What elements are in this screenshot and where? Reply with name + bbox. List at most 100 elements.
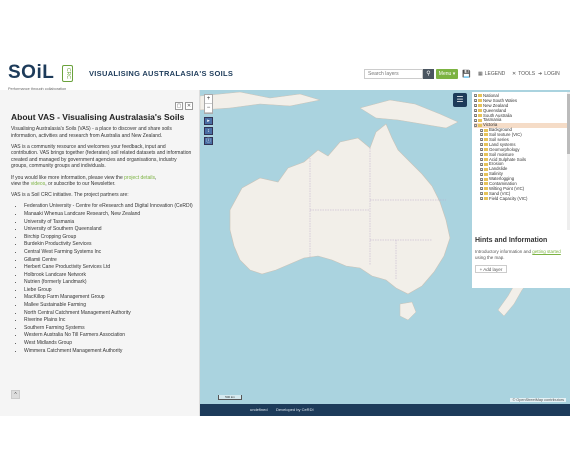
partner-item: West Midlands Group: [24, 340, 193, 348]
partner-item: Mallee Sustainable Farming: [24, 302, 193, 310]
expand-toggle-icon[interactable]: +: [474, 109, 477, 113]
folder-icon: [484, 192, 488, 196]
scroll-up-button[interactable]: ^: [11, 390, 20, 399]
folder-icon: [484, 148, 488, 152]
folder-icon: [484, 172, 488, 176]
map-tool-2[interactable]: ↕: [204, 127, 213, 135]
folder-icon: [478, 109, 482, 113]
about-panel: ▢ ✕ About VAS - Visualising Australasia's…: [0, 90, 200, 416]
partner-item: Western Australia No Till Farmers Associ…: [24, 332, 193, 340]
expand-toggle-icon[interactable]: +: [480, 187, 483, 191]
app-title: VISUALISING AUSTRALASIA'S SOILS: [89, 69, 234, 78]
expand-toggle-icon[interactable]: +: [480, 197, 483, 201]
project-details-link[interactable]: project details: [124, 175, 155, 181]
add-layer-button[interactable]: + Add layer: [475, 265, 507, 273]
login-label: LOGIN: [544, 71, 560, 77]
search-button[interactable]: ⚲: [423, 69, 434, 79]
tools-icon: ✕: [512, 71, 517, 77]
search-icon: ⚲: [426, 71, 431, 77]
scale-bar: 500 km: [218, 395, 242, 400]
login-icon: ➜: [538, 71, 543, 77]
hints-text-2: using the map.: [475, 254, 505, 260]
expand-toggle-icon[interactable]: +: [480, 192, 483, 196]
expand-toggle-icon[interactable]: +: [480, 157, 483, 161]
map-tool-3[interactable]: ⓘ: [204, 137, 213, 145]
save-icon[interactable]: 💾: [462, 70, 471, 78]
menu-button[interactable]: Menu ▾: [436, 69, 458, 79]
partner-item: Federation University - Centre for eRese…: [24, 203, 193, 211]
partner-item: Burdekin Productivity Services: [24, 241, 193, 249]
zoom-in-button[interactable]: +: [205, 95, 212, 104]
pointer-icon: ▸: [207, 118, 210, 124]
layer-tree: + National + New South Wales + New Zealand + Qu…: [472, 92, 570, 230]
hints-title: Hints and Information: [475, 237, 548, 244]
expand-toggle-icon[interactable]: +: [474, 113, 477, 117]
expand-toggle-icon[interactable]: +: [474, 94, 477, 98]
zoom-control: + −: [204, 94, 213, 114]
layers-icon: ☰: [456, 95, 464, 104]
panel-close-icon[interactable]: ✕: [185, 102, 193, 110]
folder-icon: [478, 123, 482, 127]
getting-started-link[interactable]: getting started: [532, 249, 561, 254]
folder-icon: [484, 187, 488, 191]
expand-toggle-icon[interactable]: +: [474, 118, 477, 122]
legend-button[interactable]: ▦ LEGEND: [478, 71, 505, 77]
panel-fullscreen-icon[interactable]: ▢: [175, 102, 183, 110]
map-attribution[interactable]: © OpenStreetMap contributors: [510, 398, 566, 402]
partner-item: Birchip Cropping Group: [24, 234, 193, 242]
expand-toggle-icon[interactable]: +: [474, 104, 477, 108]
expand-toggle-icon[interactable]: +: [480, 128, 483, 132]
new-guinea-landmass: [359, 99, 459, 129]
expand-toggle-icon[interactable]: +: [480, 153, 483, 157]
folder-icon: [484, 133, 488, 137]
folder-icon: [478, 118, 482, 122]
legend-label: LEGEND: [484, 71, 506, 77]
tools-button[interactable]: ✕ TOOLS: [512, 71, 535, 77]
expand-toggle-icon[interactable]: +: [480, 133, 483, 137]
expand-toggle-icon[interactable]: +: [480, 177, 483, 181]
hints-text: Introductory information and: [475, 249, 533, 254]
expand-toggle-icon[interactable]: +: [480, 138, 483, 142]
tools-label: TOOLS: [518, 71, 536, 77]
partner-item: Manaaki Whenua Landcare Research, New Ze…: [24, 211, 193, 219]
partner-item: University of Southern Queensland: [24, 226, 193, 234]
expand-toggle-icon[interactable]: +: [480, 182, 483, 186]
expand-toggle-icon[interactable]: +: [480, 162, 483, 166]
expand-toggle-icon[interactable]: +: [480, 143, 483, 147]
layer-tree-rows: + National + New South Wales + New Zealand + Qu…: [472, 92, 570, 202]
folder-icon: [484, 153, 488, 157]
partner-item: Wimmera Catchment Management Authority: [24, 348, 193, 356]
expand-toggle-icon[interactable]: -: [474, 123, 477, 127]
more-info-comma: ,: [154, 174, 157, 181]
login-button[interactable]: ➜ LOGIN: [538, 71, 560, 77]
partner-item: Riverine Plains Inc: [24, 317, 193, 325]
map-tool-1[interactable]: ▸: [204, 117, 213, 125]
videos-link[interactable]: videos: [31, 181, 45, 187]
more-info-paragraph: If you would like more information, plea…: [11, 175, 193, 188]
expand-toggle-icon[interactable]: +: [480, 148, 483, 152]
partner-item: Central West Farming Systems Inc: [24, 249, 193, 257]
layers-toggle[interactable]: ☰: [453, 93, 467, 107]
more-info-text-3: , or subscribe to our Newsletter.: [45, 181, 116, 188]
partner-list: Federation University - Centre for eRese…: [24, 203, 193, 355]
search-input[interactable]: [364, 69, 423, 79]
soil-crc-logo[interactable]: SOiL CRC Performance through collaborati…: [8, 62, 78, 91]
tasmania-landmass: [399, 301, 417, 321]
zoom-out-button[interactable]: −: [205, 104, 212, 113]
footer-left-text: undefined: [250, 407, 268, 412]
hints-body: Introductory information and getting sta…: [475, 249, 567, 260]
partner-item: Nutrien (formerly Landmark): [24, 279, 193, 287]
app-window: SOiL CRC Performance through collaborati…: [0, 0, 570, 476]
panel-body: Visualising Australasia's Soils (VAS) - …: [11, 126, 193, 355]
community-paragraph: VAS is a community resource and welcomes…: [11, 143, 192, 170]
logo-wordmark: SOiL: [8, 62, 55, 83]
expand-toggle-icon[interactable]: +: [474, 99, 477, 103]
folder-icon: [484, 197, 488, 201]
folder-icon: [484, 167, 488, 171]
folder-icon: [478, 99, 482, 103]
expand-toggle-icon[interactable]: +: [480, 167, 483, 171]
folder-icon: [478, 113, 482, 117]
expand-toggle-icon[interactable]: +: [480, 172, 483, 176]
chevron-up-icon: ^: [14, 392, 17, 398]
layer-tree-item[interactable]: + Field Capacity (VIC): [474, 196, 570, 202]
